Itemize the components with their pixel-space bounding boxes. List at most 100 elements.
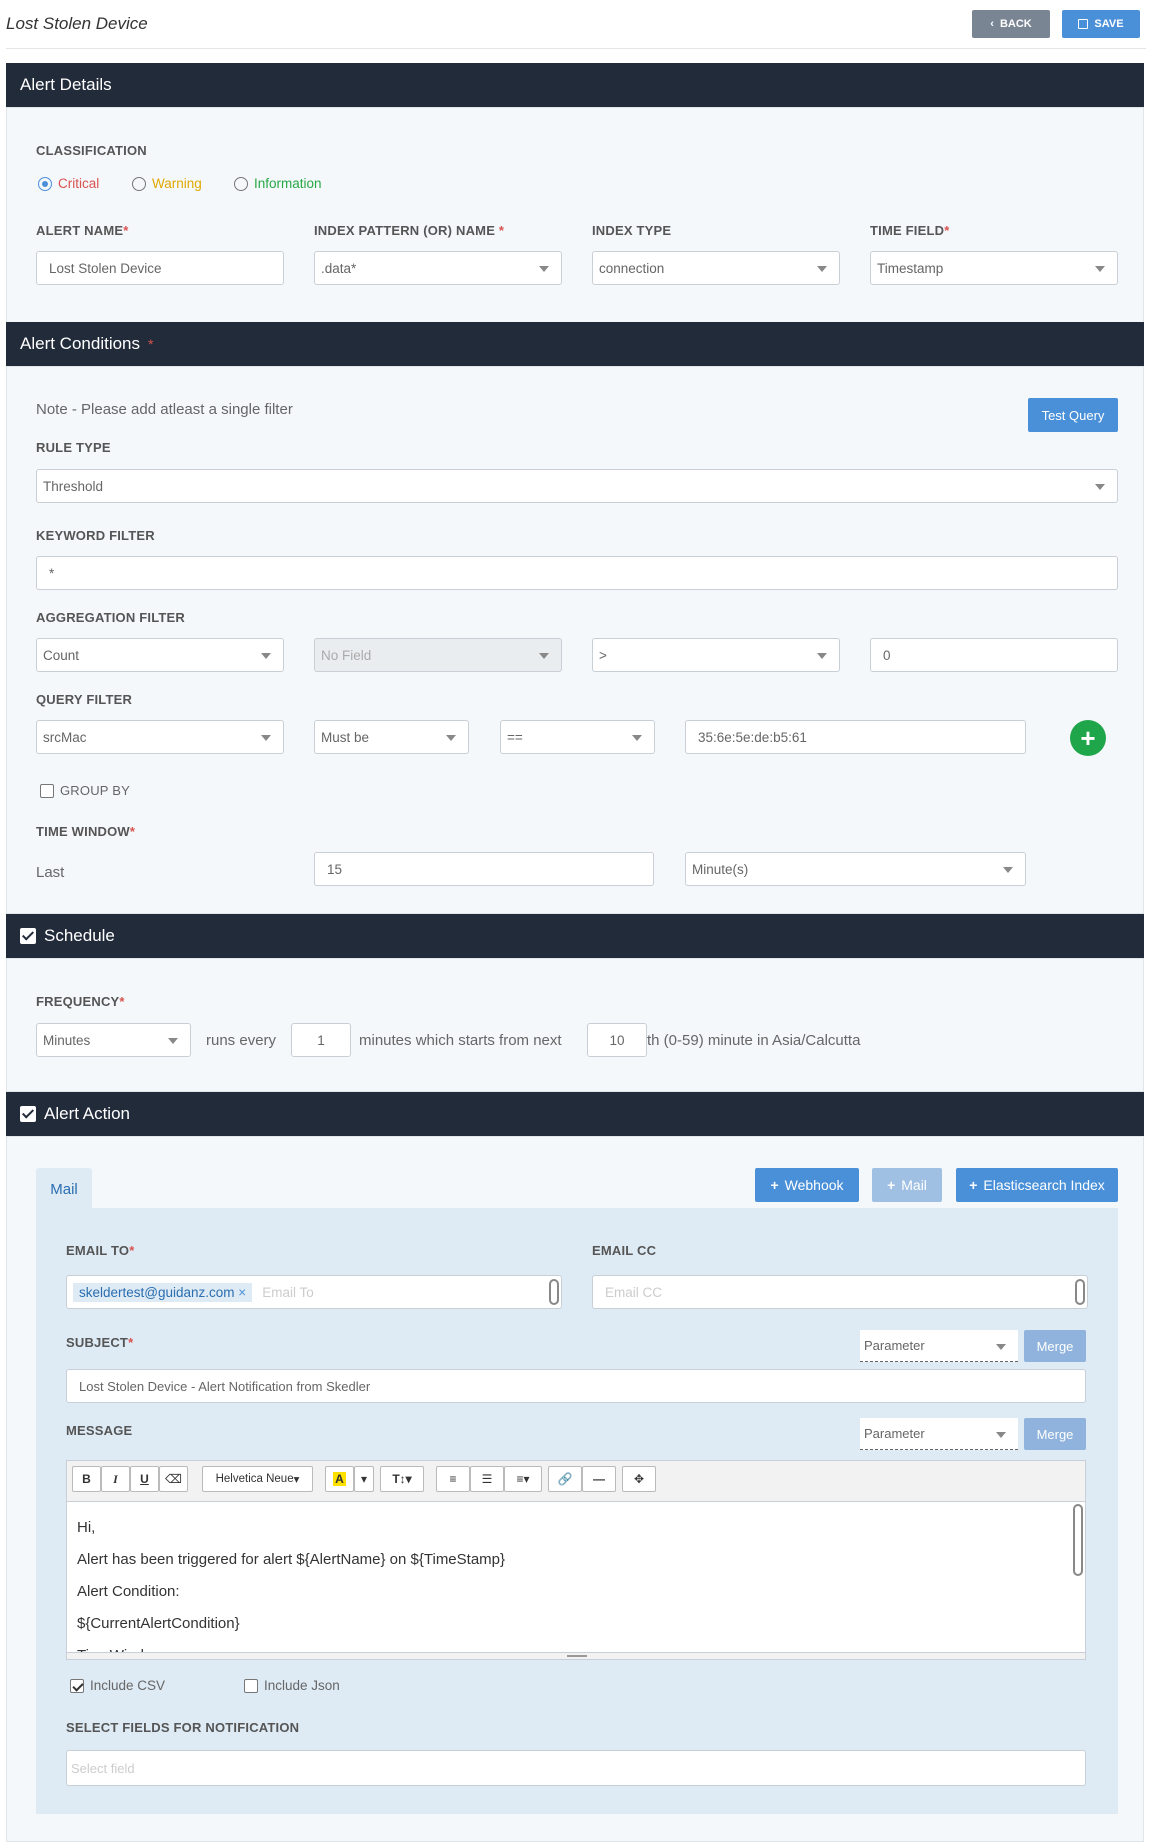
save-button[interactable]: SAVE <box>1062 10 1140 38</box>
include-csv-label: Include CSV <box>90 1678 166 1693</box>
select-fields-input[interactable]: Select field <box>66 1750 1086 1786</box>
underline-icon[interactable]: U <box>130 1466 159 1492</box>
tab-mail[interactable]: Mail <box>36 1168 92 1210</box>
horizontal-rule-icon[interactable]: — <box>582 1466 616 1492</box>
starts-from-text: minutes which starts from next <box>359 1032 562 1049</box>
subject-parameter-select[interactable]: Parameter <box>860 1330 1018 1362</box>
include-json-check-icon <box>244 1678 258 1693</box>
eraser-icon[interactable]: ⌫ <box>159 1466 188 1492</box>
email-tag: skeldertest@guidanz.com × <box>73 1282 253 1302</box>
chevron-left-icon: ‹ <box>990 18 994 30</box>
ordered-list-icon[interactable]: ☰ <box>470 1466 504 1492</box>
runs-every-input[interactable]: 1 <box>291 1023 351 1057</box>
subject-label: SUBJECT* <box>66 1335 134 1350</box>
elasticsearch-index-button[interactable]: + Elasticsearch Index <box>956 1168 1118 1202</box>
alert-action-header[interactable]: Alert Action <box>6 1092 1144 1136</box>
bold-icon[interactable]: B <box>72 1466 101 1492</box>
test-query-button[interactable]: Test Query <box>1028 398 1118 432</box>
last-label: Last <box>36 864 65 881</box>
index-type-select[interactable]: connection <box>592 251 840 285</box>
add-filter-icon[interactable]: + <box>1070 720 1106 756</box>
unordered-list-icon[interactable]: ≡ <box>436 1466 470 1492</box>
alert-name-input[interactable]: Lost Stolen Device <box>36 251 284 285</box>
index-pattern-select[interactable]: .data* <box>314 251 562 285</box>
group-by-checkbox[interactable]: GROUP BY <box>40 783 130 798</box>
query-operator-select[interactable]: == <box>500 720 655 754</box>
message-parameter-select[interactable]: Parameter <box>860 1418 1018 1450</box>
italic-icon[interactable]: I <box>101 1466 130 1492</box>
aggregation-value-input[interactable]: 0 <box>870 638 1118 672</box>
alert-conditions-header: Alert Conditions * <box>6 322 1144 366</box>
alert-details-panel <box>6 107 1144 323</box>
message-editor[interactable]: Hi, Alert has been triggered for alert $… <box>66 1501 1086 1654</box>
runs-every-text: runs every <box>206 1032 277 1049</box>
radio-information[interactable]: Information <box>234 176 322 191</box>
back-label: BACK <box>999 18 1032 30</box>
time-window-label: TIME WINDOW* <box>36 824 136 839</box>
font-family-select[interactable]: Helvetica Neue ▾ <box>202 1466 313 1492</box>
index-pattern-label: INDEX PATTERN (OR) NAME * <box>314 223 505 238</box>
keyword-filter-label: KEYWORD FILTER <box>36 528 155 543</box>
text-color-icon[interactable]: A <box>325 1466 354 1492</box>
keyword-filter-input[interactable]: * <box>36 556 1118 590</box>
alert-name-label: ALERT NAME* <box>36 223 129 238</box>
schedule-header[interactable]: Schedule <box>6 914 1144 958</box>
scrollbar[interactable] <box>1075 1279 1085 1305</box>
alert-action-checkbox-icon[interactable] <box>20 1106 36 1122</box>
alert-details-title: Alert Details <box>20 75 112 94</box>
radio-warning[interactable]: Warning <box>132 176 202 191</box>
save-label: SAVE <box>1094 18 1124 30</box>
frequency-label: FREQUENCY* <box>36 994 125 1009</box>
aggregation-field-select: No Field <box>314 638 562 672</box>
radio-critical[interactable]: Critical <box>38 176 99 191</box>
email-to-input[interactable]: skeldertest@guidanz.com × Email To <box>66 1275 562 1309</box>
email-cc-input[interactable]: Email CC <box>592 1275 1088 1309</box>
query-condition-select[interactable]: Must be <box>314 720 469 754</box>
message-line: Alert Condition: <box>77 1583 180 1600</box>
scrollbar[interactable] <box>549 1279 559 1305</box>
editor-scrollbar[interactable] <box>1073 1504 1083 1576</box>
color-dropdown-icon[interactable]: ▾ <box>354 1466 374 1492</box>
email-cc-label: EMAIL CC <box>592 1243 657 1258</box>
query-field-select[interactable]: srcMac <box>36 720 284 754</box>
schedule-checkbox-icon[interactable] <box>20 928 36 944</box>
query-filter-label: QUERY FILTER <box>36 692 133 707</box>
time-window-unit-select[interactable]: Minute(s) <box>685 852 1026 886</box>
editor-resize-handle[interactable] <box>66 1652 1086 1660</box>
rule-type-select[interactable]: Threshold <box>36 469 1118 503</box>
message-line: Alert has been triggered for alert ${Ale… <box>77 1551 506 1568</box>
message-merge-button[interactable]: Merge <box>1024 1418 1086 1450</box>
message-label: MESSAGE <box>66 1423 133 1438</box>
fullscreen-icon[interactable]: ✥ <box>622 1466 656 1492</box>
start-minute-input[interactable]: 10 <box>587 1023 647 1057</box>
webhook-label: Webhook <box>784 1177 844 1193</box>
time-field-label: TIME FIELD* <box>870 223 950 238</box>
webhook-button[interactable]: + Webhook <box>755 1168 859 1202</box>
include-json-checkbox[interactable]: Include Json <box>244 1678 340 1693</box>
radio-critical-icon <box>38 176 52 191</box>
email-to-label: EMAIL TO* <box>66 1243 135 1258</box>
plus-icon: + <box>969 1177 978 1193</box>
back-button[interactable]: ‹ BACK <box>972 10 1050 38</box>
page-title: Lost Stolen Device <box>6 14 148 33</box>
query-value-input[interactable]: 35:6e:5e:de:b5:61 <box>685 720 1026 754</box>
link-icon[interactable]: 🔗 <box>548 1466 582 1492</box>
floppy-icon <box>1078 19 1089 29</box>
aggregation-operator-select[interactable]: > <box>592 638 840 672</box>
include-csv-checkbox[interactable]: Include CSV <box>70 1678 165 1693</box>
classification-label: CLASSIFICATION <box>36 143 147 158</box>
align-icon[interactable]: ≡▾ <box>504 1466 542 1492</box>
remove-tag-icon[interactable]: × <box>238 1285 246 1300</box>
time-window-input[interactable]: 15 <box>314 852 654 886</box>
font-size-icon[interactable]: T↕▾ <box>380 1466 424 1492</box>
subject-input[interactable]: Lost Stolen Device - Alert Notification … <box>66 1369 1086 1403</box>
mail-button: + Mail <box>872 1168 942 1202</box>
frequency-select[interactable]: Minutes <box>36 1023 191 1057</box>
time-field-select[interactable]: Timestamp <box>870 251 1118 285</box>
aggregation-function-select[interactable]: Count <box>36 638 284 672</box>
top-divider <box>6 48 1146 49</box>
timezone-text: th (0-59) minute in Asia/Calcutta <box>647 1032 861 1049</box>
filter-note: Note - Please add atleast a single filte… <box>36 401 293 418</box>
subject-merge-button[interactable]: Merge <box>1024 1330 1086 1362</box>
group-by-check-icon <box>40 783 54 798</box>
